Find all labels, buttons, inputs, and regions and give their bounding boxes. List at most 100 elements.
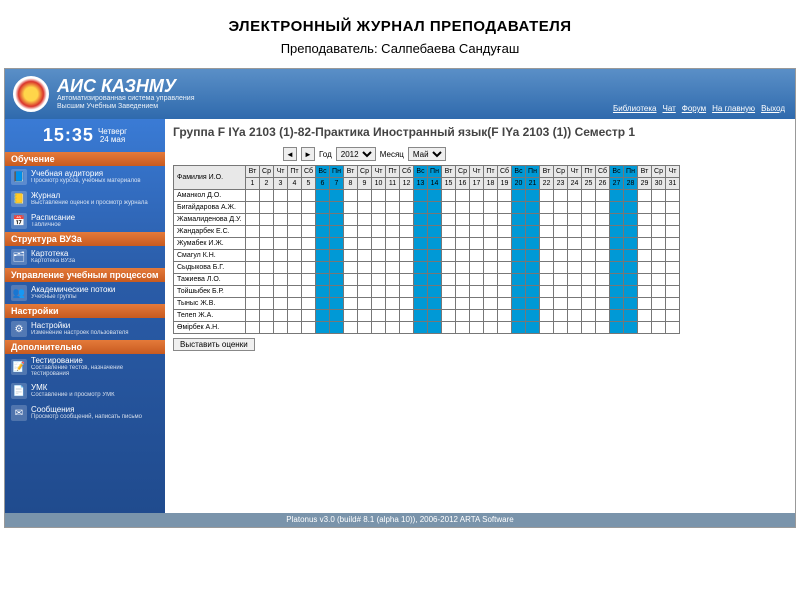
grade-cell[interactable] [246,190,260,202]
sidebar-item[interactable]: ✉СообщенияПросмотр сообщений, написать п… [5,402,165,424]
sidebar-item[interactable]: ⚙НастройкиИзменение настроек пользовател… [5,318,165,340]
grade-cell[interactable] [666,250,680,262]
grade-cell[interactable] [638,322,652,334]
grade-cell[interactable] [400,238,414,250]
grade-cell[interactable] [400,310,414,322]
grade-cell[interactable] [624,214,638,226]
sidebar-item[interactable]: 📝ТестированиеСоставление тестов, назначе… [5,354,165,380]
grade-cell[interactable] [260,190,274,202]
grade-cell[interactable] [610,190,624,202]
sidebar-item[interactable]: 🗂КартотекаКартотека ВУЗа [5,246,165,268]
grade-cell[interactable] [344,238,358,250]
grade-cell[interactable] [568,262,582,274]
grade-cell[interactable] [372,250,386,262]
grade-cell[interactable] [568,298,582,310]
grade-cell[interactable] [470,286,484,298]
grade-cell[interactable] [330,238,344,250]
grade-cell[interactable] [470,238,484,250]
grade-cell[interactable] [344,286,358,298]
grade-cell[interactable] [470,262,484,274]
grade-cell[interactable] [274,226,288,238]
grade-cell[interactable] [428,262,442,274]
grade-cell[interactable] [246,214,260,226]
grade-cell[interactable] [498,226,512,238]
grade-cell[interactable] [274,202,288,214]
grade-cell[interactable] [274,250,288,262]
grade-cell[interactable] [400,262,414,274]
grade-cell[interactable] [302,190,316,202]
grade-cell[interactable] [414,274,428,286]
grade-cell[interactable] [652,214,666,226]
grade-cell[interactable] [582,322,596,334]
grade-cell[interactable] [638,274,652,286]
grade-cell[interactable] [470,298,484,310]
grade-cell[interactable] [456,226,470,238]
grade-cell[interactable] [582,286,596,298]
grade-cell[interactable] [372,214,386,226]
grade-cell[interactable] [652,298,666,310]
grade-cell[interactable] [302,298,316,310]
grade-cell[interactable] [428,190,442,202]
grade-cell[interactable] [512,214,526,226]
grade-cell[interactable] [288,202,302,214]
grade-cell[interactable] [666,214,680,226]
grade-cell[interactable] [316,190,330,202]
grade-cell[interactable] [470,250,484,262]
grade-cell[interactable] [246,310,260,322]
grade-cell[interactable] [624,322,638,334]
grade-cell[interactable] [302,286,316,298]
grade-cell[interactable] [386,214,400,226]
grade-cell[interactable] [456,298,470,310]
grade-cell[interactable] [526,286,540,298]
grade-cell[interactable] [470,310,484,322]
grade-cell[interactable] [386,226,400,238]
grade-cell[interactable] [456,262,470,274]
grade-cell[interactable] [358,202,372,214]
grade-cell[interactable] [652,274,666,286]
grade-cell[interactable] [638,202,652,214]
grade-cell[interactable] [302,274,316,286]
grade-cell[interactable] [330,190,344,202]
grade-cell[interactable] [260,286,274,298]
grade-cell[interactable] [456,286,470,298]
grade-cell[interactable] [372,262,386,274]
grade-cell[interactable] [400,250,414,262]
grade-cell[interactable] [568,286,582,298]
grade-cell[interactable] [386,274,400,286]
grade-cell[interactable] [456,310,470,322]
grade-cell[interactable] [260,274,274,286]
grade-cell[interactable] [288,286,302,298]
grade-cell[interactable] [624,226,638,238]
grade-cell[interactable] [302,214,316,226]
grade-cell[interactable] [442,298,456,310]
grade-cell[interactable] [428,322,442,334]
grade-cell[interactable] [302,226,316,238]
grade-cell[interactable] [274,238,288,250]
grade-cell[interactable] [274,286,288,298]
grade-cell[interactable] [330,226,344,238]
grade-cell[interactable] [596,262,610,274]
grade-cell[interactable] [596,202,610,214]
grade-cell[interactable] [358,190,372,202]
grade-cell[interactable] [246,298,260,310]
top-link[interactable]: Библиотека [613,104,657,113]
grade-cell[interactable] [470,190,484,202]
grade-cell[interactable] [512,262,526,274]
grade-cell[interactable] [610,286,624,298]
grade-cell[interactable] [554,190,568,202]
grade-cell[interactable] [554,286,568,298]
grade-cell[interactable] [456,250,470,262]
grade-cell[interactable] [624,190,638,202]
top-link[interactable]: Форум [682,104,706,113]
grade-cell[interactable] [582,226,596,238]
grade-cell[interactable] [638,250,652,262]
grade-cell[interactable] [358,250,372,262]
grade-cell[interactable] [568,214,582,226]
grade-cell[interactable] [414,214,428,226]
submit-grades-button[interactable]: Выставить оценки [173,338,255,351]
grade-cell[interactable] [596,214,610,226]
grade-cell[interactable] [456,238,470,250]
grade-cell[interactable] [302,250,316,262]
grade-cell[interactable] [526,190,540,202]
grade-cell[interactable] [624,286,638,298]
